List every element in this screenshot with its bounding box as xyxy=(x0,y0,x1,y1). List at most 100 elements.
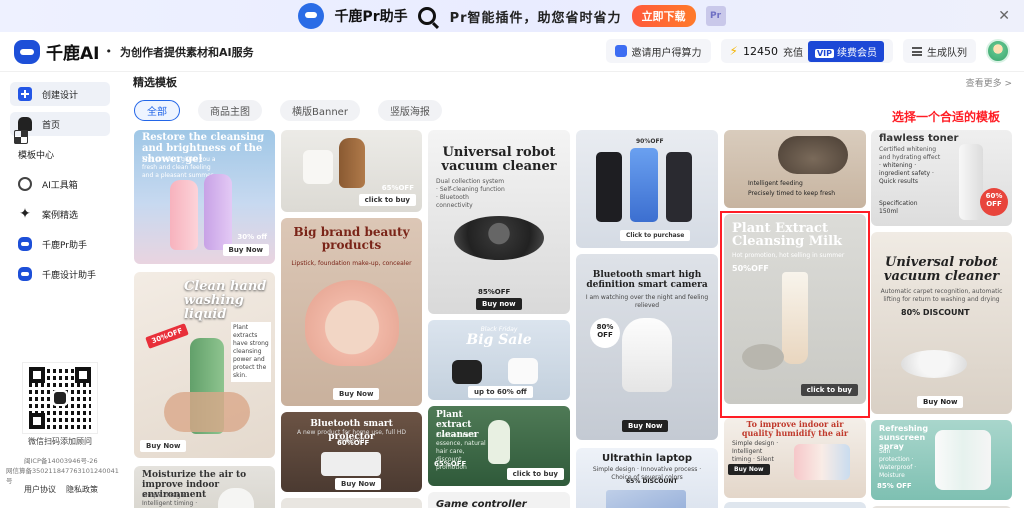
robot-vacuum-image xyxy=(454,216,544,260)
sidebar-item-design-assistant[interactable]: 千鹿设计助手 xyxy=(10,262,110,286)
template-card-partial[interactable] xyxy=(281,498,422,508)
section-title: 精选模板 xyxy=(133,76,177,89)
sidebar-item-label: 千鹿设计助手 xyxy=(42,270,97,281)
template-card-essence[interactable]: 65%OFF click to buy xyxy=(281,130,422,212)
click-to-buy-button[interactable]: click to buy xyxy=(506,468,564,480)
click-to-buy-button[interactable]: click to buy xyxy=(358,194,416,206)
see-more-link[interactable]: 查看更多 > xyxy=(966,76,1012,89)
sidebar-item-label: 首页 xyxy=(42,120,61,131)
credits-panel[interactable]: ⚡ 12450 充值 VIP 续费会员 xyxy=(720,39,893,63)
template-card-smart-camera[interactable]: Bluetooth smart high definition smart ca… xyxy=(576,254,718,440)
avatar[interactable] xyxy=(986,39,1010,63)
card-subtitle: Sun protection · Waterproof · Moisture xyxy=(879,448,917,479)
template-card-sunscreen[interactable]: Refreshing sunscreen spray Sun protectio… xyxy=(871,420,1012,500)
legal-links: 用户协议 隐私政策 xyxy=(24,484,98,495)
card-title: Refreshing sunscreen spray xyxy=(879,424,929,451)
laptop-image xyxy=(606,490,686,508)
close-icon[interactable]: ✕ xyxy=(998,8,1010,24)
bolt-icon: ⚡ xyxy=(729,44,738,58)
blue-phone-image xyxy=(630,148,658,222)
toner-bottle-image xyxy=(959,144,983,220)
sidebar-item-label: 模板中心 xyxy=(18,150,55,161)
card-title: flawless toner xyxy=(879,133,959,144)
template-card-projector[interactable]: Bluetooth smart projector A new product … xyxy=(281,412,422,492)
buy-now-button[interactable]: Buy Now xyxy=(333,388,380,400)
template-card-robot-vacuum-2[interactable]: Universal robot vacuum cleaner Automatic… xyxy=(871,232,1012,414)
queue-button[interactable]: 生成队列 xyxy=(903,39,976,63)
black-earbuds-image xyxy=(452,360,482,384)
template-card-beauty[interactable]: Big brand beauty products Lipstick, foun… xyxy=(281,218,422,406)
template-card-pet-feeder[interactable]: Intelligent feeding Precisely timed to k… xyxy=(724,130,866,208)
promo-banner[interactable]: 千鹿Pr助手 Pr智能插件，助您省时省力 立即下载 Pr ✕ xyxy=(0,0,1024,32)
buy-now-button[interactable]: Buy Now xyxy=(622,420,669,432)
template-card-toner[interactable]: flawless toner Certified whitening and h… xyxy=(871,130,1012,226)
template-card-robot-vacuum[interactable]: Universal robot vacuum cleaner Dual coll… xyxy=(428,130,570,314)
deer-icon xyxy=(18,267,32,281)
legal-info: 闽ICP备14003946号-26 网信算备350211847763101240… xyxy=(6,456,120,486)
dropper-bottle-image xyxy=(339,138,365,188)
template-card-game-controller[interactable]: Game controller xyxy=(428,492,570,508)
sidebar-item-ai-toolbox[interactable]: AI工具箱 xyxy=(10,172,110,196)
invite-button[interactable]: 邀请用户得算力 xyxy=(605,39,711,63)
buy-now-button[interactable]: Buy now xyxy=(476,298,522,310)
deer-logo-icon xyxy=(14,39,40,64)
buy-now-button[interactable]: Buy Now xyxy=(335,478,382,490)
sale-button[interactable]: up to 60% off xyxy=(468,386,533,398)
renew-member-button[interactable]: VIP 续费会员 xyxy=(807,40,884,62)
sidebar-item-cases[interactable]: ✦ 案例精选 xyxy=(10,202,110,226)
sidebar-item-templates[interactable]: 模板中心 xyxy=(10,130,110,166)
feature-line-1: Intelligent feeding xyxy=(748,180,803,187)
tab-all[interactable]: 全部 xyxy=(134,100,180,121)
discount-badge: 85% OFF xyxy=(877,482,912,490)
sidebar-item-label: 创建设计 xyxy=(42,90,79,101)
discount-badge: 60%OFF xyxy=(337,439,370,447)
template-card-air-humidifier[interactable]: To improve indoor air quality humidify t… xyxy=(724,418,866,498)
tab-horizontal-banner[interactable]: 横版Banner xyxy=(280,100,360,121)
invite-label: 邀请用户得算力 xyxy=(631,47,702,59)
template-card-shower-gel[interactable]: Restore the cleansing and brightness of … xyxy=(134,130,275,264)
tagline: 为创作者提供素材和AI服务 xyxy=(119,45,254,59)
sidebar-item-label: 案例精选 xyxy=(42,210,79,221)
template-card-plant-cleanser[interactable]: Plant extract cleanser Plant extract ess… xyxy=(428,406,570,486)
card-title: Universal robot vacuum cleaner xyxy=(883,255,1000,284)
download-button[interactable]: 立即下载 xyxy=(631,5,696,27)
instruction-annotation: 选择一个合适的模板 xyxy=(891,110,1000,124)
template-card-partial-2[interactable] xyxy=(724,502,866,508)
queue-icon xyxy=(912,46,922,56)
sidebar-item-pr-assistant[interactable]: 千鹿Pr助手 xyxy=(10,232,110,256)
search-icon xyxy=(417,7,436,25)
template-card-humidifier[interactable]: Moisturize the air to improve indoor env… xyxy=(134,466,275,508)
card-volume: Specification 150ml xyxy=(879,200,918,215)
logo[interactable]: 千鹿AI xyxy=(14,39,99,64)
sidebar-item-create[interactable]: 创建设计 xyxy=(10,82,110,106)
template-card-smartphones[interactable]: 90%OFF Click to purchase xyxy=(576,130,718,248)
template-card-hand-wash[interactable]: Clean hand washing liquid Plant extracts… xyxy=(134,272,275,458)
icp-number: 闽ICP备14003946号-26 xyxy=(24,457,98,465)
home-icon xyxy=(18,117,32,131)
template-grid: Restore the cleansing and brightness of … xyxy=(134,130,1024,508)
template-card-laptop[interactable]: Ultrathin laptop Simple design · Innovat… xyxy=(576,448,718,508)
invite-icon xyxy=(614,45,627,57)
algorithm-filing: 网信算备350211847763101240041号 xyxy=(6,467,119,485)
discount-badge: 65%OFF xyxy=(381,184,414,192)
purchase-button[interactable]: Click to purchase xyxy=(620,230,691,241)
deer-mascot-icon xyxy=(298,3,325,29)
buy-now-button[interactable]: Buy Now xyxy=(728,464,770,475)
terms-link[interactable]: 用户协议 xyxy=(24,484,56,495)
buy-now-button[interactable]: Buy Now xyxy=(140,440,187,452)
projector-image xyxy=(321,452,381,476)
tagline-separator: • xyxy=(105,45,112,58)
card-title: Ultrathin laptop xyxy=(601,453,693,464)
promo-slogan: Pr智能插件，助您省时省力 xyxy=(449,10,622,26)
recharge-link[interactable]: 充值 xyxy=(783,44,803,59)
discount-badge: 85%OFF xyxy=(478,288,511,296)
template-card-earbuds[interactable]: Black Friday Big Sale up to 60% off xyxy=(428,320,570,400)
privacy-link[interactable]: 隐私政策 xyxy=(66,484,98,495)
card-note: Plant extracts have strong cleansing pow… xyxy=(231,322,271,382)
buy-now-button[interactable]: Buy Now xyxy=(917,396,964,408)
create-icon xyxy=(18,87,32,101)
tab-vertical-poster[interactable]: 竖版海报 xyxy=(377,100,442,121)
tab-product-main-image[interactable]: 商品主图 xyxy=(198,100,262,121)
sidebar-nav: 创建设计 首页 模板中心 AI工具箱 ✦ 案例精选 千鹿Pr助手 千鹿设计助手 xyxy=(0,72,120,286)
buy-now-button[interactable]: Buy Now xyxy=(222,244,269,256)
